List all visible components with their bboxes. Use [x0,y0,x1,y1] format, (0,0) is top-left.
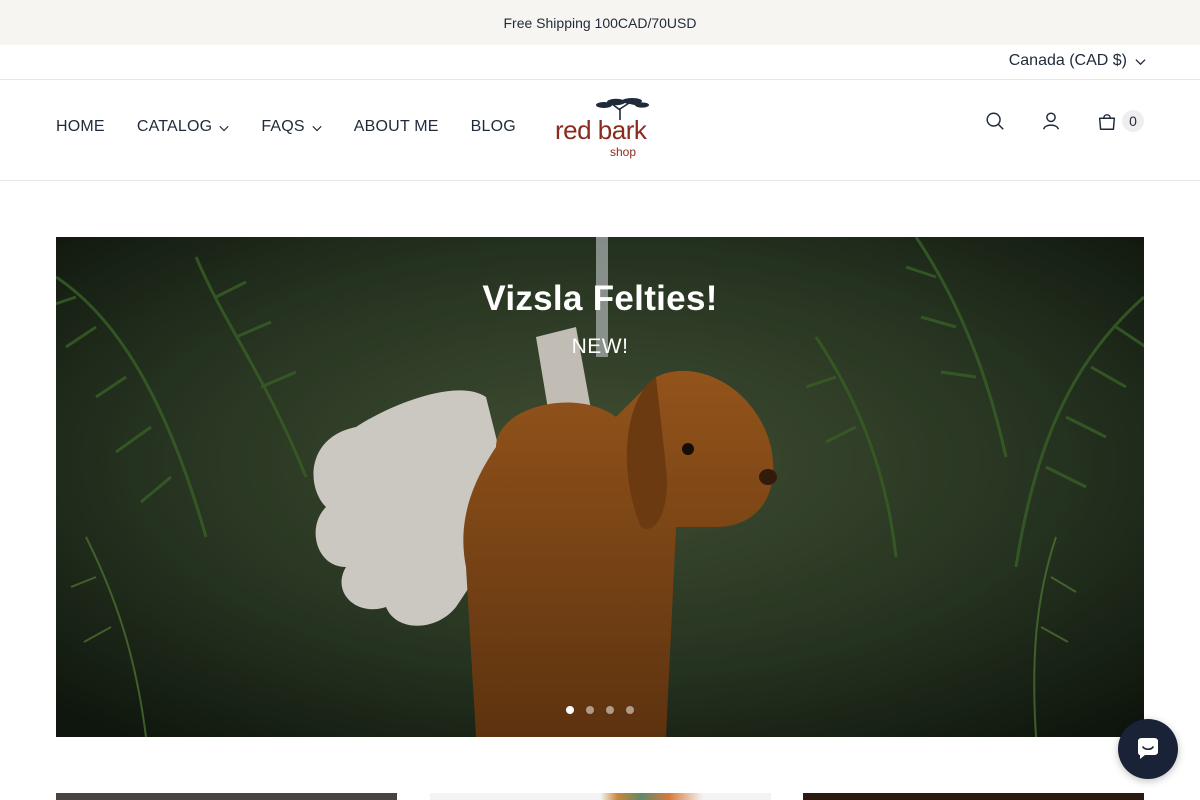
chevron-down-icon [219,125,229,132]
slide-dot-3[interactable] [606,706,614,714]
header-actions: 0 [984,110,1144,132]
nav-item-blog[interactable]: BLOG [471,118,516,136]
hero-slideshow[interactable]: Vizsla Felties! NEW! [56,237,1144,737]
logo-main-text: red bark [555,115,647,145]
site-header: HOME CATALOG FAQS ABOUT ME BLOG red bark… [0,80,1200,181]
announcement-text: Free Shipping 100CAD/70USD [503,14,697,31]
site-logo[interactable]: red bark shop [552,98,652,164]
announcement-bar: Free Shipping 100CAD/70USD [0,0,1200,45]
nav-item-faqs[interactable]: FAQS [261,118,322,136]
slide-dot-2[interactable] [586,706,594,714]
hero-title: Vizsla Felties! [482,279,718,318]
nav-item-home[interactable]: HOME [56,118,105,136]
nav-label: BLOG [470,118,516,135]
nav-item-about[interactable]: ABOUT ME [354,118,439,136]
slide-dot-4[interactable] [626,706,634,714]
nav-label: CATALOG [136,118,213,135]
chat-button[interactable] [1118,719,1178,779]
search-icon[interactable] [984,110,1006,132]
currency-selector[interactable]: Canada (CAD $) [1009,52,1146,70]
collection-thumbnail-2[interactable] [430,793,771,800]
nav-label: FAQS [261,118,305,135]
chat-icon [1138,738,1158,759]
cart-button[interactable]: 0 [1096,110,1144,132]
slide-dot-1[interactable] [566,706,574,714]
hero-subtitle: NEW! [571,335,629,358]
cart-icon [1098,114,1116,130]
collection-thumbnail-3[interactable] [803,793,1144,800]
main-nav: HOME CATALOG FAQS ABOUT ME BLOG [56,118,516,136]
nav-label: HOME [56,118,105,135]
nav-label: ABOUT ME [353,118,439,135]
cart-count-badge: 0 [1122,110,1144,132]
chevron-down-icon [312,125,322,132]
currency-bar: Canada (CAD $) [0,45,1200,80]
chevron-down-icon [1135,58,1146,65]
currency-label: Canada (CAD $) [1008,52,1127,69]
nav-item-catalog[interactable]: CATALOG [137,118,230,136]
slide-dots [56,706,1144,714]
account-icon[interactable] [1040,110,1062,132]
collection-thumbnail-1[interactable] [56,793,397,800]
logo-sub-text: shop [610,145,637,159]
